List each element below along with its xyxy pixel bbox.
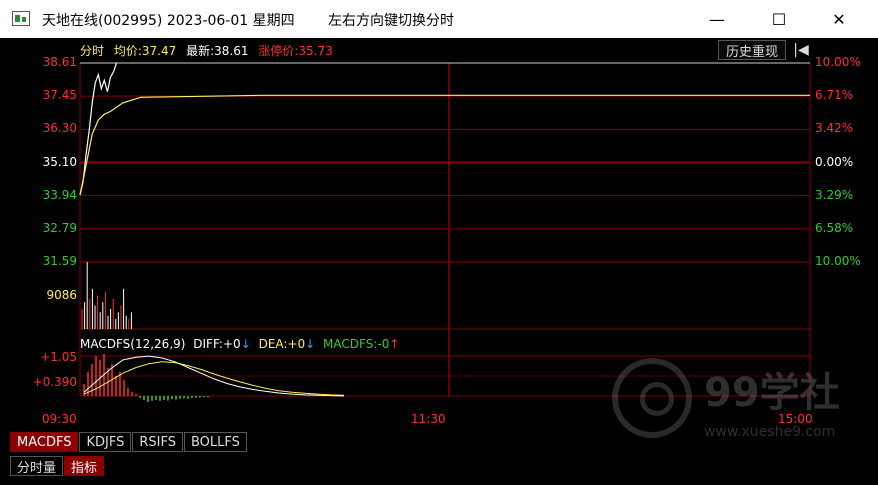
macd-info: MACDFS(12,26,9) DIFF:+0↓ DEA:+0↓ MACDFS:… <box>80 337 399 351</box>
pct-tick-right: 10.00% <box>815 55 861 69</box>
watermark: 99学社 www.xueshe9.com <box>612 346 862 456</box>
tab-bollfs[interactable]: BOLLFS <box>183 432 247 452</box>
macdfs-value: -0 <box>377 337 390 351</box>
price-tick-left: 33.94 <box>42 187 77 202</box>
mode-tabs: 分时量 指标 <box>10 456 105 476</box>
avg-label: 均价: <box>113 44 142 58</box>
watermark-url: www.xueshe9.com <box>704 424 836 440</box>
price-tick-left: 32.79 <box>42 220 77 235</box>
pct-tick-right: 6.58% <box>815 220 854 235</box>
avg-price-line <box>79 94 810 196</box>
macd-tick-mid: +0.390 <box>32 375 77 389</box>
back-to-start-icon[interactable]: |◀ <box>790 40 812 60</box>
price-tick-left: 35.10 <box>42 154 77 169</box>
pct-tick-right: 0.00% <box>815 154 854 169</box>
pct-tick-right: 3.42% <box>815 121 854 136</box>
tab-volume[interactable]: 分时量 <box>10 456 64 476</box>
pct-tick-right: 6.71% <box>815 88 854 103</box>
app-chart-icon <box>12 11 30 26</box>
diff-down-arrow-icon: ↓ <box>240 337 251 351</box>
limit-label: 涨停价: <box>258 44 299 58</box>
maximize-icon: ☐ <box>771 9 787 29</box>
dea-down-arrow-icon: ↓ <box>305 337 316 351</box>
time-tick-midday: 11:30 <box>411 412 446 426</box>
indicator-tabs: MACDFS KDJFS RSIFS BOLLFS <box>10 432 248 452</box>
minimize-button[interactable]: — <box>694 0 740 38</box>
macd-name: MACDFS(12,26,9) <box>80 337 186 351</box>
limit-value: 35.73 <box>298 44 333 58</box>
watermark-logo-icon <box>612 358 692 438</box>
avg-value: 37.47 <box>141 44 177 58</box>
window-hint: 左右方向键切换分时 <box>328 13 454 29</box>
diff-label: DIFF: <box>193 337 223 351</box>
diff-value: +0 <box>222 337 241 351</box>
price-tick-left: 31.59 <box>42 254 77 268</box>
quote-info: 分时 均价:37.47 最新:38.61 涨停价:35.73 <box>80 42 333 59</box>
dea-label: DEA: <box>258 337 288 351</box>
close-icon: ✕ <box>832 9 846 29</box>
tab-indicator[interactable]: 指标 <box>64 456 105 476</box>
macd-histogram <box>83 354 345 402</box>
close-button[interactable]: ✕ <box>816 0 862 38</box>
tab-kdjfs[interactable]: KDJFS <box>79 432 132 452</box>
latest-label: 最新: <box>186 44 215 58</box>
price-tick-left: 37.45 <box>42 88 77 103</box>
macdfs-up-arrow-icon: ↑ <box>389 337 400 351</box>
mode-label: 分时 <box>80 44 105 58</box>
window-title: 天地在线(002995) 2023-06-01 星期四 <box>42 13 295 29</box>
tab-macdfs[interactable]: MACDFS <box>10 432 79 452</box>
minimize-icon: — <box>709 9 725 29</box>
macdfs-label: MACDFS: <box>323 337 378 351</box>
macd-tick-top: +1.05 <box>40 350 77 364</box>
pct-tick-right: 3.29% <box>815 187 854 202</box>
watermark-text: 99学社 <box>704 370 840 416</box>
price-tick-left: 38.61 <box>42 55 77 69</box>
volume-bars <box>81 262 132 329</box>
maximize-button[interactable]: ☐ <box>756 0 802 38</box>
tab-rsifs[interactable]: RSIFS <box>132 432 183 452</box>
pct-tick-right: 10.00% <box>815 254 861 268</box>
dea-value: +0 <box>287 337 306 351</box>
latest-value: 38.61 <box>214 44 249 58</box>
title-bar: 天地在线(002995) 2023-06-01 星期四 左右方向键切换分时 — … <box>0 0 878 38</box>
time-tick-open: 09:30 <box>42 412 77 426</box>
volume-tick: 9086 <box>46 288 77 302</box>
history-replay-button[interactable]: 历史重现 <box>718 40 786 60</box>
price-tick-left: 36.30 <box>42 121 77 136</box>
